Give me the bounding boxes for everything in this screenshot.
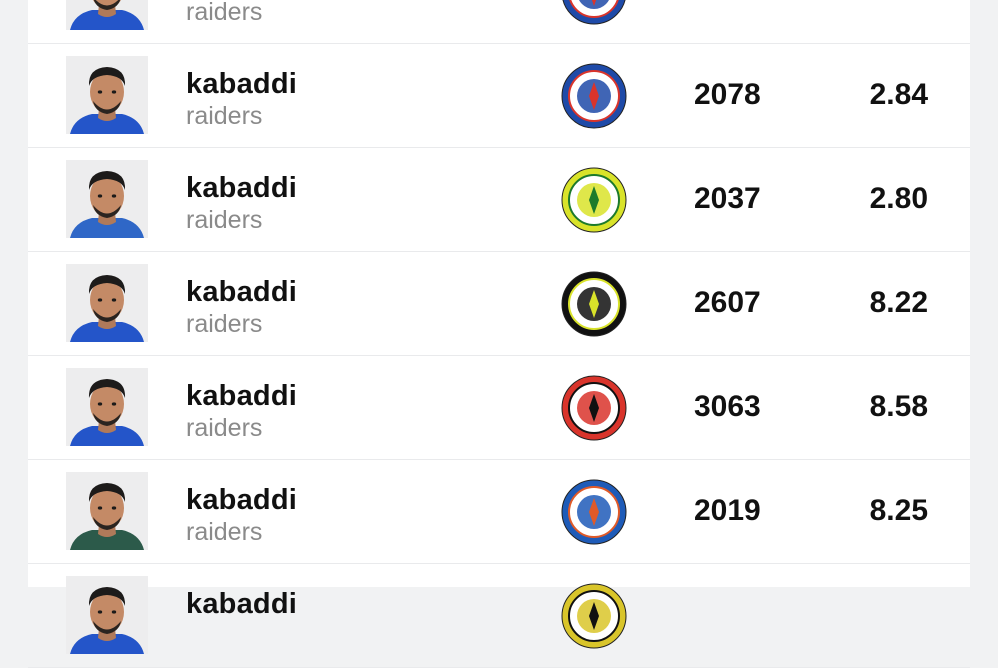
player-row[interactable]: kabaddi raiders 2607 8.22 bbox=[28, 252, 970, 356]
team-logo-icon bbox=[560, 478, 628, 546]
player-avatar bbox=[66, 576, 148, 654]
player-average: 2.80 bbox=[869, 182, 928, 215]
player-name: kabaddi bbox=[186, 588, 297, 620]
player-avatar bbox=[66, 56, 148, 134]
player-average: 2.84 bbox=[869, 78, 928, 111]
player-average: 8.22 bbox=[869, 286, 928, 319]
player-team: raiders bbox=[186, 102, 263, 130]
player-row[interactable]: kabaddiraiders bbox=[28, 0, 970, 44]
player-team: raiders bbox=[186, 206, 263, 234]
team-logo-icon bbox=[560, 62, 628, 130]
player-points: 2607 bbox=[694, 286, 761, 319]
player-row[interactable]: kabaddi raiders 2037 2.80 bbox=[28, 148, 970, 252]
player-team: raiders bbox=[186, 310, 263, 338]
player-list: kabaddiraiders kabaddiraiders 20782.84 k… bbox=[28, 0, 970, 668]
player-avatar bbox=[66, 264, 148, 342]
player-team: raiders bbox=[186, 518, 263, 546]
player-name: kabaddi bbox=[186, 276, 297, 308]
leaderboard-panel: kabaddiraiders kabaddiraiders 20782.84 k… bbox=[28, 0, 970, 668]
team-logo-icon bbox=[560, 166, 628, 234]
player-row[interactable]: kabaddi raiders 2019 8.25 bbox=[28, 460, 970, 564]
player-average: 8.58 bbox=[869, 390, 928, 423]
player-name: kabaddi bbox=[186, 172, 297, 204]
player-row[interactable]: kabaddi raiders 3063 8.58 bbox=[28, 356, 970, 460]
player-average: 8.25 bbox=[869, 494, 928, 527]
player-row[interactable]: kabaddi raiders 2078 2.84 bbox=[28, 44, 970, 148]
player-avatar bbox=[66, 472, 148, 550]
team-logo-icon bbox=[560, 374, 628, 442]
player-points: 2019 bbox=[694, 494, 761, 527]
player-name: kabaddi bbox=[186, 380, 297, 412]
player-points: 2078 bbox=[694, 78, 761, 111]
player-row[interactable]: kabaddi bbox=[28, 564, 970, 668]
player-team: raiders bbox=[186, 0, 263, 26]
player-name: kabaddi bbox=[186, 484, 297, 516]
team-logo-icon bbox=[560, 582, 628, 650]
player-avatar bbox=[66, 160, 148, 238]
player-team: raiders bbox=[186, 414, 263, 442]
player-points: 3063 bbox=[694, 390, 761, 423]
team-logo-icon bbox=[560, 0, 628, 26]
player-avatar bbox=[66, 0, 148, 30]
player-avatar bbox=[66, 368, 148, 446]
team-logo-icon bbox=[560, 270, 628, 338]
player-points: 2037 bbox=[694, 182, 761, 215]
player-name: kabaddi bbox=[186, 68, 297, 100]
